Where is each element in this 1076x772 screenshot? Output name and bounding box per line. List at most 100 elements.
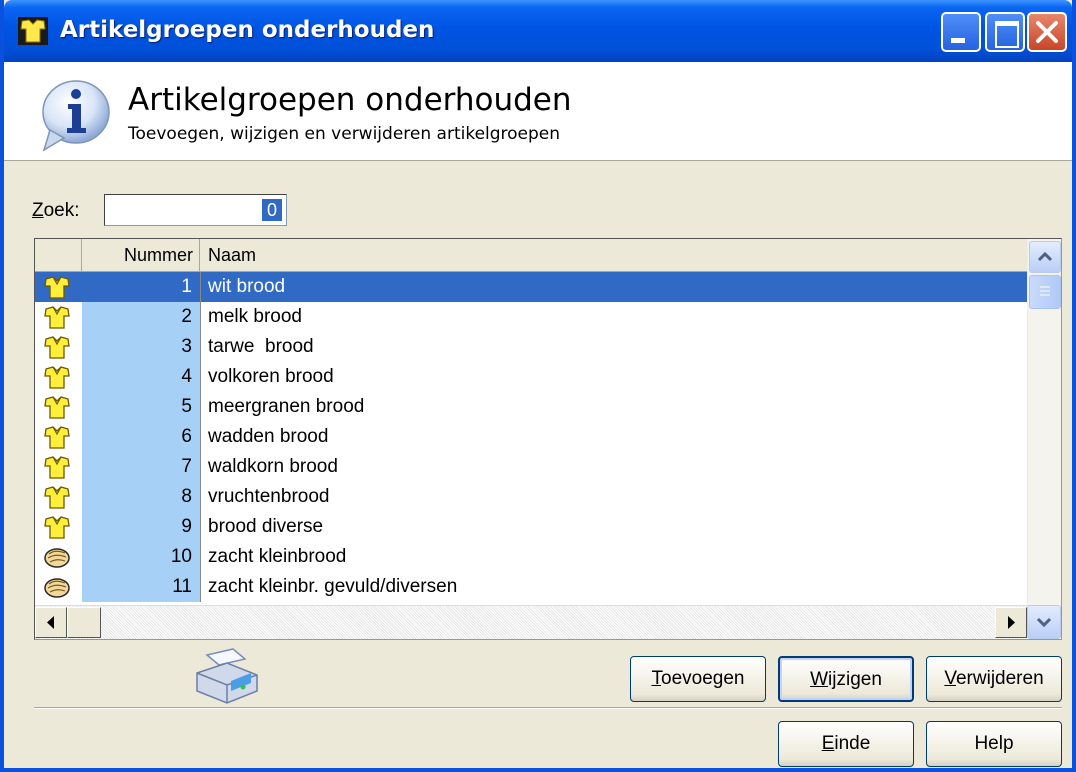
row-icon-cell xyxy=(35,512,82,542)
chevron-up-icon xyxy=(1037,251,1053,262)
shirt-icon xyxy=(44,486,70,509)
horizontal-scrollbar[interactable] xyxy=(35,605,1027,639)
cell-nummer: 10 xyxy=(82,542,200,572)
cell-naam: tarwe brood xyxy=(200,332,1027,362)
row-icon-cell xyxy=(35,302,82,332)
verwijderen-label: Verwijderen xyxy=(944,668,1044,689)
cell-naam: vruchtenbrood xyxy=(200,482,1027,512)
divider xyxy=(34,707,1062,709)
arrow-left-icon xyxy=(47,616,54,629)
toevoegen-button[interactable]: Toevoegen xyxy=(630,656,766,702)
wijzigen-label: Wijzigen xyxy=(810,669,882,690)
row-icon-cell xyxy=(35,572,82,602)
cell-naam: waldkorn brood xyxy=(200,452,1027,482)
vertical-scrollbar[interactable] xyxy=(1027,239,1061,607)
scroll-down-button[interactable] xyxy=(1027,605,1061,639)
cell-naam: zacht kleinbr. gevuld/diversen xyxy=(200,572,1027,602)
chevron-down-icon xyxy=(1036,617,1052,628)
cell-nummer: 9 xyxy=(82,512,200,542)
close-icon xyxy=(1036,21,1058,43)
cell-nummer: 11 xyxy=(82,572,200,602)
cell-naam: melk brood xyxy=(200,302,1027,332)
row-icon-cell xyxy=(35,482,82,512)
scroll-right-button[interactable] xyxy=(995,607,1027,638)
shirt-icon xyxy=(44,426,70,449)
shirt-icon xyxy=(44,456,70,479)
cell-nummer: 8 xyxy=(82,482,200,512)
app-window: Artikelgroepen onderhouden Artikelgroepe… xyxy=(0,0,1076,772)
help-label: Help xyxy=(974,733,1014,754)
bread-roll-icon xyxy=(44,578,70,598)
row-icon-cell xyxy=(35,422,82,452)
close-button[interactable] xyxy=(1027,12,1067,52)
row-icon-cell xyxy=(35,362,82,392)
cell-naam: wit brood xyxy=(200,272,1027,302)
shirt-icon xyxy=(18,17,48,45)
row-icon-cell xyxy=(35,542,82,572)
table-row[interactable]: 4 volkoren brood xyxy=(35,362,1027,392)
horizontal-scroll-thumb[interactable] xyxy=(67,607,101,638)
printer-icon[interactable] xyxy=(193,645,261,705)
cell-nummer: 6 xyxy=(82,422,200,452)
grip-icon xyxy=(1040,286,1050,296)
title-bar[interactable]: Artikelgroepen onderhouden xyxy=(4,0,1072,62)
toevoegen-label: Toevoegen xyxy=(651,668,745,689)
wijzigen-button[interactable]: Wijzigen xyxy=(778,656,914,702)
table-row[interactable]: 10 zacht kleinbrood xyxy=(35,542,1027,572)
shirt-icon xyxy=(44,276,70,299)
row-icon-cell xyxy=(35,332,82,362)
search-label: Zoek: xyxy=(32,200,80,221)
scroll-left-button[interactable] xyxy=(35,607,67,638)
minimize-button[interactable] xyxy=(941,12,981,52)
bread-roll-icon xyxy=(44,548,70,568)
cell-nummer: 2 xyxy=(82,302,200,332)
table-row[interactable]: 2 melk brood xyxy=(35,302,1027,332)
cell-nummer: 5 xyxy=(82,392,200,422)
window-title: Artikelgroepen onderhouden xyxy=(60,17,435,43)
cell-naam: zacht kleinbrood xyxy=(200,542,1027,572)
scroll-up-button[interactable] xyxy=(1029,241,1061,273)
cell-naam: wadden brood xyxy=(200,422,1027,452)
cell-nummer: 7 xyxy=(82,452,200,482)
table-row[interactable]: 1 wit brood xyxy=(35,272,1027,302)
row-icon-cell xyxy=(35,272,82,302)
einde-button[interactable]: Einde xyxy=(778,721,914,767)
table-row[interactable]: 7 waldkorn brood xyxy=(35,452,1027,482)
cell-naam: brood diverse xyxy=(200,512,1027,542)
table-row[interactable]: 11 zacht kleinbr. gevuld/diversen xyxy=(35,572,1027,602)
table-row[interactable]: 9 brood diverse xyxy=(35,512,1027,542)
shirt-icon xyxy=(44,336,70,359)
page-subtitle: Toevoegen, wijzigen en verwijderen artik… xyxy=(128,124,561,144)
verwijderen-button[interactable]: Verwijderen xyxy=(926,656,1062,702)
cell-naam: meergranen brood xyxy=(200,392,1027,422)
column-header-nummer[interactable]: Nummer xyxy=(82,239,200,271)
column-header-naam[interactable]: Naam xyxy=(200,239,1027,271)
table-row[interactable]: 3 tarwe brood xyxy=(35,332,1027,362)
shirt-icon xyxy=(44,396,70,419)
cell-nummer: 1 xyxy=(82,272,200,302)
einde-label: Einde xyxy=(821,733,871,754)
help-button[interactable]: Help xyxy=(926,721,1062,767)
search-input[interactable]: 0 xyxy=(104,194,287,226)
scroll-thumb[interactable] xyxy=(1029,275,1061,309)
page-title: Artikelgroepen onderhouden xyxy=(128,82,572,118)
table-row[interactable]: 5 meergranen brood xyxy=(35,392,1027,422)
row-icon-cell xyxy=(35,452,82,482)
cell-nummer: 4 xyxy=(82,362,200,392)
table-row[interactable]: 6 wadden brood xyxy=(35,422,1027,452)
info-icon xyxy=(42,80,110,152)
cell-nummer: 3 xyxy=(82,332,200,362)
row-icon-cell xyxy=(35,392,82,422)
shirt-icon xyxy=(44,516,70,539)
cell-naam: volkoren brood xyxy=(200,362,1027,392)
maximize-button[interactable] xyxy=(985,12,1025,52)
shirt-icon xyxy=(44,366,70,389)
arrow-right-icon xyxy=(1008,616,1015,629)
column-header-icon[interactable] xyxy=(35,239,82,271)
search-value: 0 xyxy=(262,199,282,221)
table-header: Nummer Naam xyxy=(35,239,1027,272)
shirt-icon xyxy=(44,306,70,329)
article-group-table[interactable]: Nummer Naam 1 wit brood 2 melk brood 3 tarwe … xyxy=(34,238,1062,640)
table-body: 1 wit brood 2 melk brood 3 tarwe brood 4 volkor… xyxy=(35,272,1027,606)
table-row[interactable]: 8 vruchtenbrood xyxy=(35,482,1027,512)
